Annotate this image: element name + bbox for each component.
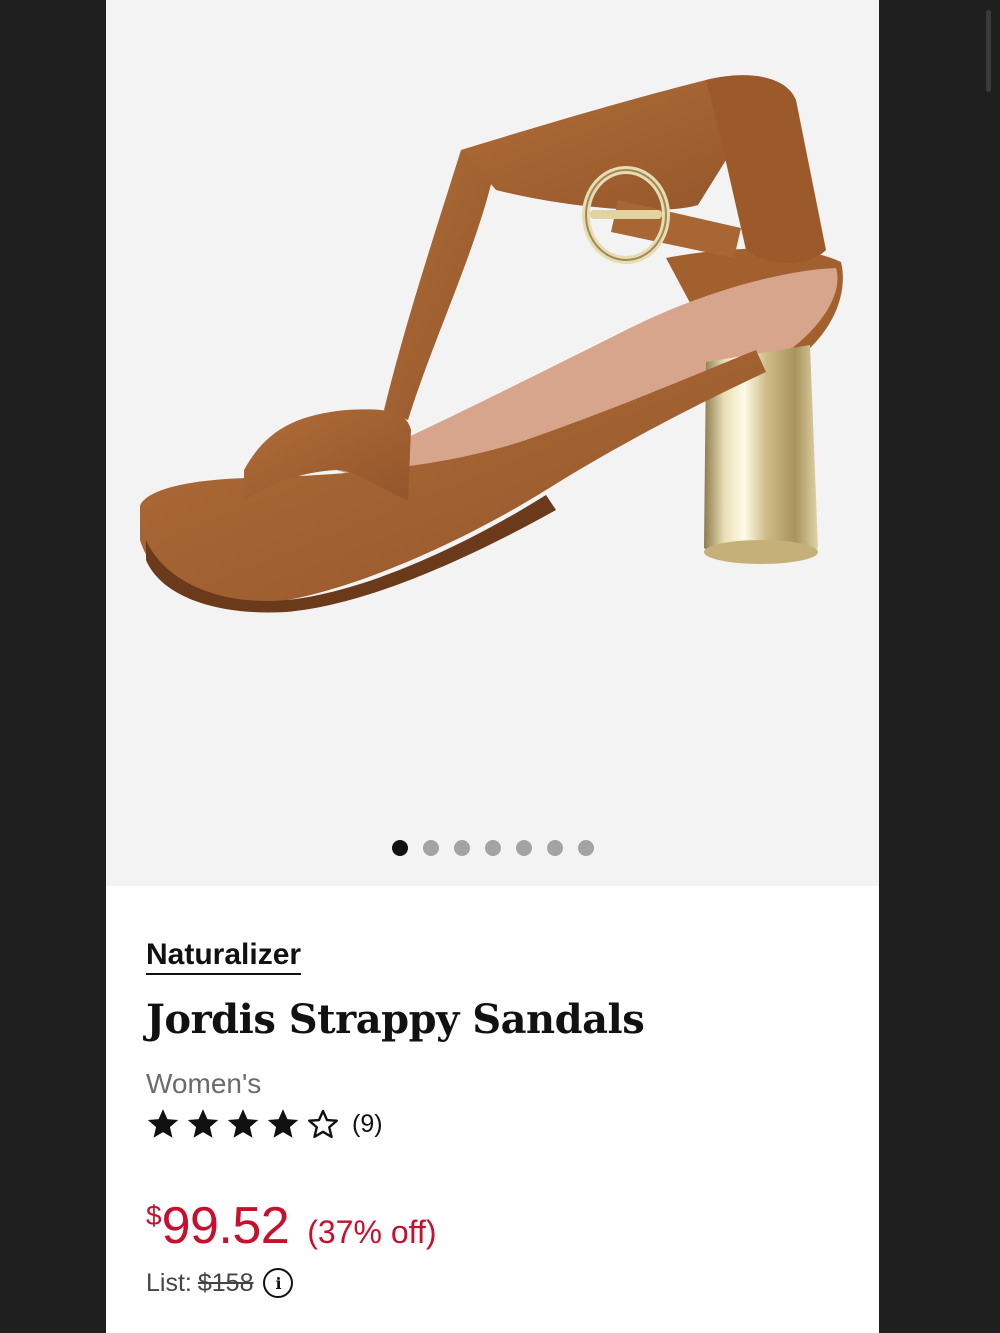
carousel-dot[interactable] [546,840,563,856]
star-empty-icon [308,1109,338,1139]
carousel-dot[interactable] [422,840,439,856]
brand-link[interactable]: Naturalizer [146,938,302,975]
list-price-label: List: [146,1268,192,1297]
product-image-gallery[interactable] [106,0,879,886]
carousel-dot[interactable] [484,840,501,856]
price-value: 99.52 [161,1197,290,1255]
product-page: Naturalizer Jordis Strappy Sandals Women… [106,0,879,1333]
star-filled-icon [187,1109,219,1138]
star-rating[interactable]: (9) [146,1105,383,1143]
sale-price: $ 99.52 (37% off) [146,1196,436,1256]
carousel-dot[interactable] [515,840,532,856]
product-gender: Women's [146,1068,262,1099]
review-count[interactable]: (9) [352,1110,383,1139]
product-image [140,75,843,613]
star-filled-icon [267,1109,299,1138]
carousel-dot[interactable] [453,840,470,856]
discount-percent: (37% off) [307,1214,437,1250]
star-filled-icon [147,1109,179,1138]
carousel-dot[interactable] [577,840,594,856]
price-currency-symbol: $ [146,1200,162,1231]
product-title: Jordis Strappy Sandals [146,996,645,1043]
scroll-indicator[interactable] [986,10,991,92]
carousel-dots [106,838,879,858]
list-price: $158 [197,1268,254,1297]
carousel-dot[interactable] [391,840,408,856]
star-filled-icon [227,1109,259,1138]
list-price-row: List: $158 i [146,1268,294,1298]
info-icon[interactable]: i [263,1268,294,1298]
